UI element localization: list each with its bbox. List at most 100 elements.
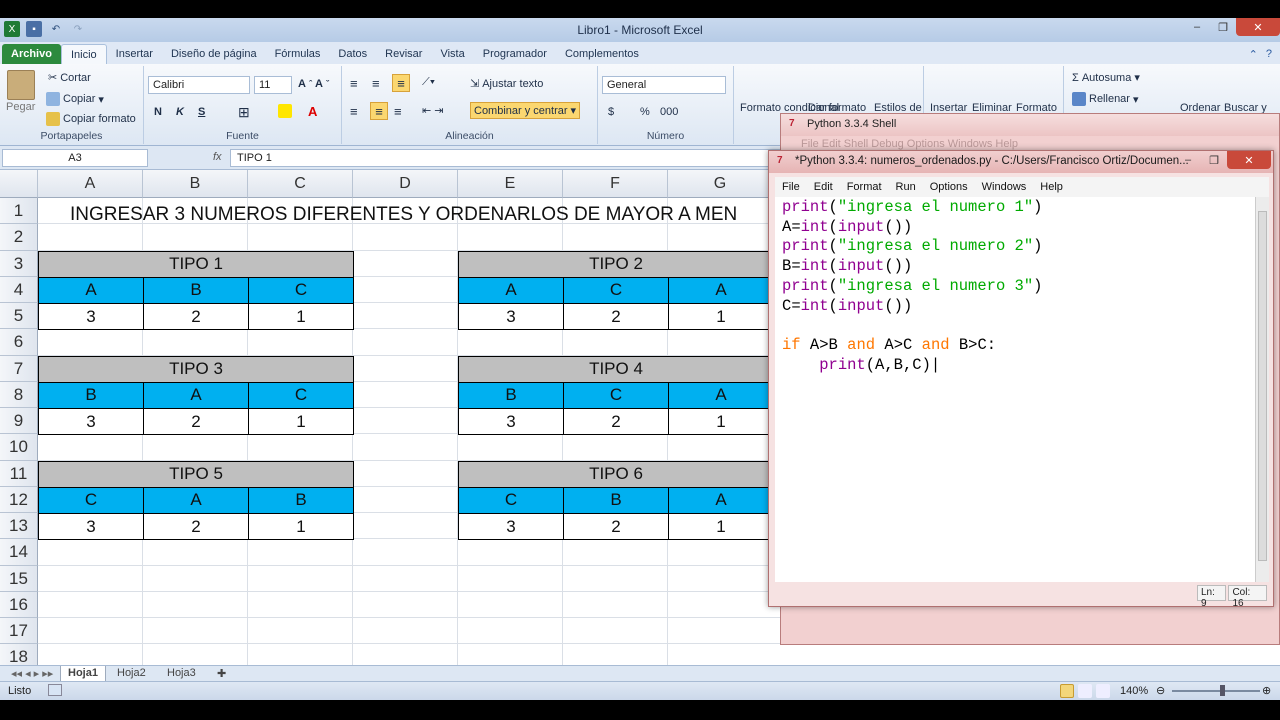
table-header-cell[interactable]: B bbox=[143, 276, 249, 304]
row-header-15[interactable]: 15 bbox=[0, 565, 38, 592]
table-value-cell[interactable]: 3 bbox=[38, 513, 144, 541]
help-icon[interactable]: ? bbox=[1266, 48, 1272, 61]
table-value-cell[interactable]: 1 bbox=[248, 303, 354, 331]
align-center-icon[interactable]: ≡ bbox=[370, 102, 388, 120]
autosum-button[interactable]: Σ Autosuma ▾ bbox=[1072, 71, 1140, 85]
table-header-cell[interactable]: C bbox=[563, 276, 669, 304]
tab-diseno[interactable]: Diseño de página bbox=[162, 44, 266, 64]
table-value-cell[interactable]: 1 bbox=[248, 513, 354, 541]
row-header-12[interactable]: 12 bbox=[0, 486, 38, 513]
table-header-cell[interactable]: A bbox=[668, 486, 774, 514]
zoom-in-icon[interactable]: ⊕ bbox=[1262, 684, 1271, 697]
code-line[interactable] bbox=[782, 316, 1248, 336]
menu-options[interactable]: Options bbox=[923, 181, 975, 193]
font-color-icon[interactable]: A bbox=[308, 104, 317, 119]
table-value-cell[interactable]: 2 bbox=[143, 303, 249, 331]
table-header-cell[interactable]: C bbox=[563, 381, 669, 409]
align-bottom-icon[interactable]: ≡ bbox=[392, 74, 410, 92]
row-header-8[interactable]: 8 bbox=[0, 381, 38, 408]
code-line[interactable]: B=int(input()) bbox=[782, 257, 1248, 277]
python-editor-window[interactable]: 7 *Python 3.3.4: numeros_ordenados.py - … bbox=[768, 150, 1274, 609]
tab-vista[interactable]: Vista bbox=[431, 44, 473, 64]
borders-icon[interactable]: ⊞ bbox=[238, 104, 250, 121]
code-line[interactable]: print("ingresa el numero 2") bbox=[782, 237, 1248, 257]
wrap-text-button[interactable]: ⇲ Ajustar texto bbox=[470, 77, 543, 91]
menu-windows[interactable]: Windows bbox=[975, 181, 1034, 193]
row-header-2[interactable]: 2 bbox=[0, 224, 38, 251]
column-header-d[interactable]: D bbox=[353, 170, 458, 198]
tab-inicio[interactable]: Inicio bbox=[60, 44, 107, 64]
tab-datos[interactable]: Datos bbox=[329, 44, 376, 64]
code-line[interactable]: print("ingresa el numero 3") bbox=[782, 277, 1248, 297]
table-title[interactable]: TIPO 6 bbox=[458, 460, 774, 488]
table-value-cell[interactable]: 1 bbox=[668, 303, 774, 331]
restore-icon[interactable]: ❐ bbox=[1210, 18, 1236, 36]
code-line[interactable]: print(A,B,C)| bbox=[782, 356, 1248, 376]
row-header-10[interactable]: 10 bbox=[0, 434, 38, 461]
menu-file[interactable]: File bbox=[775, 181, 807, 193]
row-header-7[interactable]: 7 bbox=[0, 355, 38, 382]
align-middle-icon[interactable]: ≡ bbox=[372, 76, 380, 91]
column-header-b[interactable]: B bbox=[143, 170, 248, 198]
code-editor[interactable]: print("ingresa el numero 1") A=int(input(… bbox=[775, 197, 1255, 582]
table-title[interactable]: TIPO 5 bbox=[38, 460, 354, 488]
align-right-icon[interactable]: ≡ bbox=[394, 104, 402, 119]
thousands-button[interactable]: 000 bbox=[660, 106, 678, 118]
fill-color-icon[interactable] bbox=[278, 104, 292, 118]
sheet-nav-arrows[interactable]: ◂◂ ◂ ▸ ▸▸ bbox=[4, 666, 60, 682]
zoom-slider[interactable] bbox=[1172, 690, 1260, 692]
column-header-a[interactable]: A bbox=[38, 170, 143, 198]
row-header-9[interactable]: 9 bbox=[0, 408, 38, 435]
italic-button[interactable]: K bbox=[176, 106, 184, 118]
new-sheet-icon[interactable]: ✚ bbox=[210, 666, 233, 682]
row-header-5[interactable]: 5 bbox=[0, 303, 38, 330]
code-line[interactable]: C=int(input()) bbox=[782, 297, 1248, 317]
sheet-tab-hoja3[interactable]: Hoja3 bbox=[160, 666, 203, 682]
sheet-tab-hoja2[interactable]: Hoja2 bbox=[110, 666, 153, 682]
table-value-cell[interactable]: 3 bbox=[38, 408, 144, 436]
table-value-cell[interactable]: 2 bbox=[143, 513, 249, 541]
bold-button[interactable]: N bbox=[154, 106, 162, 118]
editor-restore-icon[interactable]: ❐ bbox=[1201, 151, 1227, 169]
table-value-cell[interactable]: 3 bbox=[458, 408, 564, 436]
tab-archivo[interactable]: Archivo bbox=[2, 44, 61, 64]
zoom-out-icon[interactable]: ⊖ bbox=[1156, 684, 1165, 697]
table-header-cell[interactable]: A bbox=[143, 486, 249, 514]
grow-font-button[interactable]: Aˆ Aˇ bbox=[298, 78, 329, 90]
table-value-cell[interactable]: 3 bbox=[38, 303, 144, 331]
table-header-cell[interactable]: A bbox=[38, 276, 144, 304]
font-name-select[interactable]: Calibri bbox=[148, 76, 250, 94]
table-value-cell[interactable]: 3 bbox=[458, 303, 564, 331]
code-line[interactable]: print("ingresa el numero 1") bbox=[782, 198, 1248, 218]
table-value-cell[interactable]: 3 bbox=[458, 513, 564, 541]
normal-view-icon[interactable] bbox=[1060, 684, 1074, 698]
row-header-4[interactable]: 4 bbox=[0, 276, 38, 303]
row-header-13[interactable]: 13 bbox=[0, 513, 38, 540]
python-shell-titlebar[interactable]: 7 Python 3.3.4 Shell bbox=[781, 114, 1279, 136]
row-header-17[interactable]: 17 bbox=[0, 618, 38, 645]
minimize-icon[interactable]: ‒ bbox=[1184, 18, 1210, 36]
format-painter-button[interactable]: Copiar formato bbox=[46, 112, 136, 126]
zoom-level[interactable]: 140% bbox=[1120, 685, 1148, 697]
table-title[interactable]: TIPO 1 bbox=[38, 250, 354, 278]
tab-insertar[interactable]: Insertar bbox=[107, 44, 162, 64]
row-header-6[interactable]: 6 bbox=[0, 329, 38, 356]
table-value-cell[interactable]: 2 bbox=[563, 303, 669, 331]
table-value-cell[interactable]: 2 bbox=[563, 408, 669, 436]
copy-button[interactable]: Copiar ▾ bbox=[46, 92, 104, 106]
table-header-cell[interactable]: B bbox=[38, 381, 144, 409]
menu-edit[interactable]: Edit bbox=[807, 181, 840, 193]
underline-button[interactable]: S bbox=[198, 106, 205, 118]
column-header-g[interactable]: G bbox=[668, 170, 773, 198]
row-header-18[interactable]: 18 bbox=[0, 644, 38, 665]
table-title[interactable]: TIPO 4 bbox=[458, 355, 774, 383]
zoom-thumb[interactable] bbox=[1220, 685, 1225, 696]
fx-icon[interactable]: fx bbox=[213, 151, 222, 163]
table-header-cell[interactable]: A bbox=[668, 276, 774, 304]
table-header-cell[interactable]: A bbox=[668, 381, 774, 409]
currency-button[interactable]: $ bbox=[608, 106, 614, 118]
merge-center-button[interactable]: Combinar y centrar ▾ bbox=[470, 102, 581, 119]
collapse-ribbon-icon[interactable]: ⌃ bbox=[1249, 48, 1258, 61]
table-header-cell[interactable]: B bbox=[563, 486, 669, 514]
table-value-cell[interactable]: 2 bbox=[143, 408, 249, 436]
